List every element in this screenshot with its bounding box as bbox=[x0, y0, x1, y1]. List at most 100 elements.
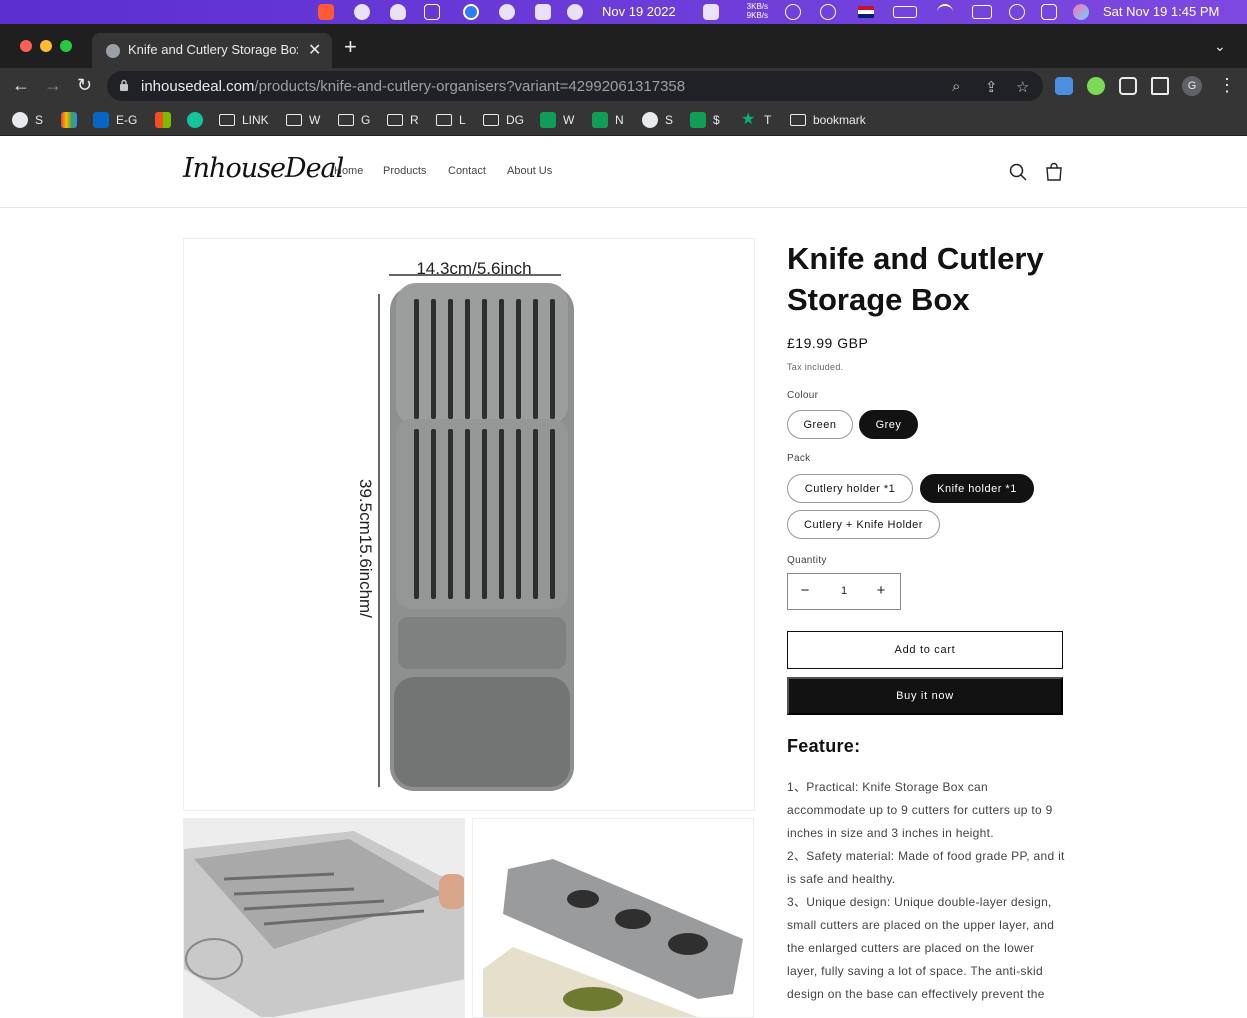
tab-title: Knife and Cutlery Storage Box bbox=[128, 42, 298, 57]
increase-quantity-button[interactable]: + bbox=[871, 582, 891, 599]
tax-note: Tax included. bbox=[787, 362, 844, 372]
checkbox-icon[interactable] bbox=[535, 4, 551, 20]
tab-search-chevron-icon[interactable]: ⌄ bbox=[1214, 38, 1226, 55]
bookmark-item[interactable]: ★ T bbox=[741, 110, 771, 130]
address-bar[interactable]: inhousedeal.com/products/knife-and-cutle… bbox=[107, 71, 1043, 101]
nav-products[interactable]: Products bbox=[383, 165, 426, 177]
new-tab-button[interactable]: + bbox=[344, 36, 357, 58]
zoom-window-button[interactable] bbox=[60, 40, 72, 52]
teamviewer-icon[interactable] bbox=[463, 4, 479, 20]
profile-avatar[interactable]: G bbox=[1182, 76, 1202, 96]
knife-holder-illustration: 14.3cm/5.6inch 39.5cm15.6inchm/ bbox=[356, 259, 574, 791]
bookmark-folder[interactable]: G bbox=[338, 110, 370, 130]
network-speed: 3KB/s 9KB/s bbox=[746, 2, 768, 20]
feature-list: 1、Practical: Knife Storage Box can accom… bbox=[787, 776, 1067, 1013]
pack-option-cutlery-holder[interactable]: Cutlery holder *1 bbox=[787, 474, 913, 503]
product-title: Knife and Cutlery Storage Box bbox=[787, 241, 1044, 317]
colour-option-green[interactable]: Green bbox=[787, 410, 853, 439]
zoom-magnifier-icon[interactable]: ⌕ bbox=[952, 78, 960, 95]
extension-icon[interactable] bbox=[1087, 77, 1105, 95]
play-icon[interactable] bbox=[785, 4, 801, 20]
battery-icon[interactable] bbox=[893, 6, 917, 18]
browser-tab-strip: Knife and Cutlery Storage Box ✕ + ⌄ bbox=[0, 24, 1247, 68]
site-logo[interactable]: InhouseDeal bbox=[183, 153, 344, 184]
spotlight-search-icon[interactable] bbox=[1009, 4, 1025, 20]
feature-heading: Feature: bbox=[787, 736, 861, 756]
back-button[interactable]: ← bbox=[12, 74, 30, 96]
bookmark-folder[interactable]: R bbox=[387, 110, 419, 130]
bookmark-item[interactable]: W bbox=[540, 110, 574, 130]
product-thumbnail[interactable] bbox=[183, 818, 465, 1018]
product-price: £19.99 GBP bbox=[787, 335, 869, 351]
bell-icon[interactable] bbox=[390, 4, 406, 20]
nav-home[interactable]: Home bbox=[334, 165, 363, 177]
wifi-icon[interactable] bbox=[937, 4, 953, 20]
time-machine-icon[interactable] bbox=[820, 4, 836, 20]
bookmark-item[interactable]: N bbox=[592, 110, 624, 130]
bookmark-folder[interactable]: bookmark bbox=[790, 110, 866, 130]
active-tab[interactable]: Knife and Cutlery Storage Box ✕ bbox=[92, 33, 332, 68]
bookmark-folder[interactable]: LINK bbox=[219, 110, 269, 130]
bookmark-item[interactable]: S bbox=[642, 110, 673, 130]
globe-icon bbox=[12, 112, 28, 128]
arrow-circle-icon[interactable] bbox=[567, 4, 583, 20]
colour-option-grey[interactable]: Grey bbox=[859, 410, 918, 439]
share-icon[interactable]: ⇪ bbox=[985, 78, 998, 96]
decrease-quantity-button[interactable]: − bbox=[795, 582, 815, 599]
nav-contact[interactable]: Contact bbox=[448, 165, 486, 177]
bookmark-item[interactable]: E-G bbox=[93, 110, 137, 130]
folder-icon bbox=[338, 114, 354, 126]
bookmark-star-icon[interactable]: ☆ bbox=[1016, 78, 1029, 96]
bookmarks-bar: S E-G LINK W G R L DG W N S $ ★ T bookmar… bbox=[0, 104, 1247, 136]
search-icon[interactable] bbox=[1008, 162, 1028, 182]
puzzle-extensions-icon[interactable] bbox=[1119, 77, 1137, 95]
buy-it-now-button[interactable]: Buy it now bbox=[787, 677, 1063, 715]
close-window-button[interactable] bbox=[20, 40, 32, 52]
siri-icon[interactable] bbox=[1073, 4, 1089, 20]
us-flag-icon[interactable] bbox=[858, 6, 874, 18]
feature-item: 2、Safety material: Made of food grade PP… bbox=[787, 849, 1065, 886]
cat-icon[interactable] bbox=[703, 4, 719, 20]
sheets-icon bbox=[592, 112, 608, 128]
wechat-icon[interactable] bbox=[354, 4, 370, 20]
cutlery-drawer-photo bbox=[184, 819, 464, 1017]
bookmark-folder[interactable]: DG bbox=[483, 110, 524, 130]
reload-button[interactable]: ↻ bbox=[77, 74, 92, 96]
bookmark-folder[interactable]: L bbox=[436, 110, 466, 130]
keyboard-icon[interactable] bbox=[972, 5, 992, 19]
forward-button[interactable]: → bbox=[44, 74, 62, 96]
folder-icon bbox=[219, 114, 235, 126]
menubar-date: Nov 19 2022 bbox=[602, 4, 676, 19]
chrome-menu-icon[interactable]: ⋮ bbox=[1218, 74, 1236, 96]
app-icon[interactable] bbox=[318, 4, 334, 20]
menubar-clock[interactable]: Sat Nov 19 1:45 PM bbox=[1103, 4, 1219, 19]
gmail-icon bbox=[61, 112, 77, 128]
product-main-image[interactable]: 14.3cm/5.6inch 39.5cm15.6inchm/ bbox=[183, 238, 755, 811]
folder-icon bbox=[436, 114, 452, 126]
product-thumbnail[interactable] bbox=[472, 818, 754, 1018]
download-extension-icon[interactable] bbox=[1055, 77, 1073, 95]
bookmark-folder[interactable]: W bbox=[286, 110, 320, 130]
close-tab-icon[interactable]: ✕ bbox=[308, 40, 321, 60]
bookmark-item[interactable] bbox=[187, 110, 210, 130]
bookmark-item[interactable]: $ bbox=[690, 110, 720, 130]
folder-icon bbox=[483, 114, 499, 126]
folder-icon bbox=[790, 114, 806, 126]
cart-icon[interactable] bbox=[1044, 162, 1064, 182]
add-to-cart-button[interactable]: Add to cart bbox=[787, 631, 1063, 669]
bookmark-item[interactable] bbox=[61, 110, 84, 130]
bookmark-item[interactable]: S bbox=[12, 110, 43, 130]
side-panel-icon[interactable] bbox=[1151, 77, 1169, 95]
control-center-icon[interactable] bbox=[1041, 4, 1057, 20]
sheets-icon bbox=[540, 112, 556, 128]
cow-icon[interactable] bbox=[499, 4, 515, 20]
url-text[interactable]: inhousedeal.com/products/knife-and-cutle… bbox=[141, 78, 685, 95]
bookmark-item[interactable] bbox=[155, 110, 178, 130]
pack-option-cutlery-knife-holder[interactable]: Cutlery + Knife Holder bbox=[787, 510, 940, 539]
minimize-window-button[interactable] bbox=[40, 40, 52, 52]
grammarly-icon bbox=[187, 112, 203, 128]
pack-option-knife-holder[interactable]: Knife holder *1 bbox=[920, 474, 1034, 503]
nav-about-us[interactable]: About Us bbox=[507, 165, 552, 177]
script-icon[interactable] bbox=[424, 4, 440, 20]
quantity-input[interactable] bbox=[825, 585, 863, 597]
